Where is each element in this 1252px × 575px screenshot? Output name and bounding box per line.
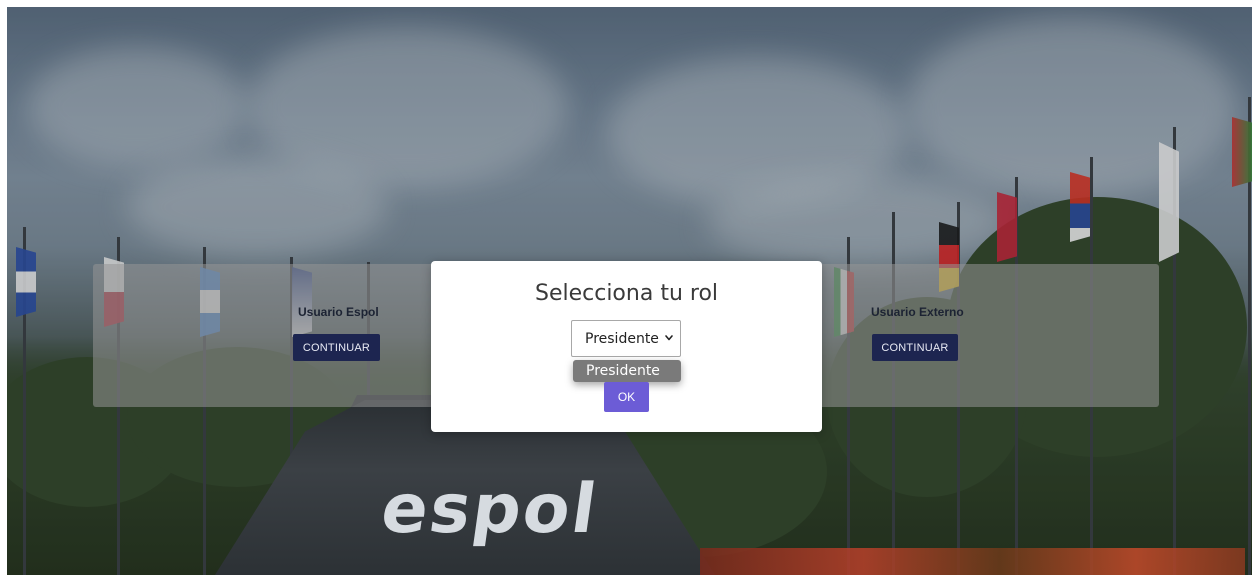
chevron-down-icon xyxy=(665,335,673,341)
modal-title: Selecciona tu rol xyxy=(534,281,719,306)
continue-espol-button[interactable]: CONTINUAR xyxy=(293,334,380,361)
role-select[interactable]: Presidente xyxy=(571,320,681,357)
role-modal: Selecciona tu rol Presidente Presidente … xyxy=(431,261,822,432)
espol-logo: espol xyxy=(376,470,603,549)
role-select-value: Presidente xyxy=(585,330,659,347)
usuario-externo-title: Usuario Externo xyxy=(871,305,964,319)
role-option-presidente[interactable]: Presidente xyxy=(573,360,681,382)
continue-externo-button[interactable]: CONTINUAR xyxy=(872,334,958,361)
ok-button[interactable]: OK xyxy=(604,382,649,412)
usuario-espol-title: Usuario Espol xyxy=(298,305,379,319)
flower-bed xyxy=(700,548,1245,575)
